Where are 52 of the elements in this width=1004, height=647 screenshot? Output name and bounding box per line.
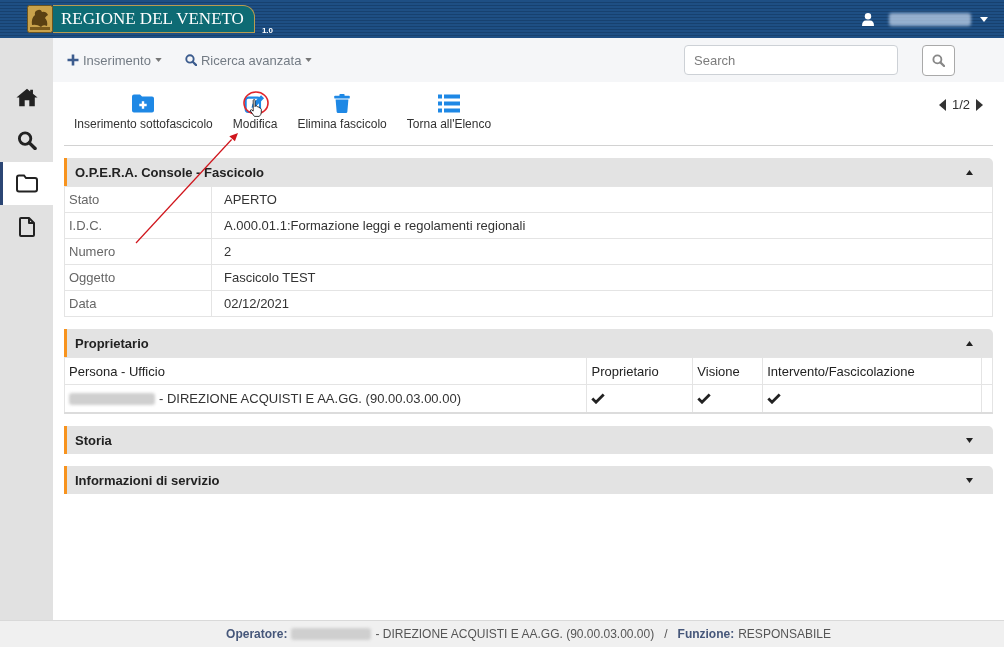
column-header: Proprietario <box>586 357 693 385</box>
previous-icon[interactable] <box>938 98 946 111</box>
home-icon <box>15 88 38 107</box>
panel-header[interactable]: Informazioni di servizio <box>64 466 993 494</box>
search-icon <box>15 131 38 150</box>
office-text: - DIREZIONE ACQUISTI E AA.GG. (90.00.03.00.00) <box>375 627 655 641</box>
caret-down-icon <box>305 58 313 62</box>
field-label: Data <box>64 290 212 317</box>
search-icon <box>184 54 197 66</box>
field-value: Fascicolo TEST <box>211 264 993 291</box>
field-value: 02/12/2021 <box>211 290 993 317</box>
hand-cursor-icon <box>249 99 263 117</box>
field-label: Numero <box>64 238 212 265</box>
column-header: Visione <box>692 357 763 385</box>
field-value: A.000.01.1:Formazione leggi e regolamenti regionali <box>211 212 993 239</box>
file-icon <box>18 216 35 237</box>
folder-icon <box>15 174 38 193</box>
separator: / <box>664 627 668 641</box>
operator-label: Operatore: <box>226 627 288 641</box>
toolbar-button[interactable]: Inserimento sottofascicolo <box>64 88 223 132</box>
menu-button[interactable]: Inserimento <box>67 52 162 68</box>
sidebar-item[interactable] <box>0 162 53 205</box>
office-text: - DIREZIONE ACQUISTI E AA.GG. (90.00.03.00.00) <box>159 391 461 406</box>
column-header: Persona - Ufficio <box>64 357 587 385</box>
caret-down-icon[interactable] <box>980 16 988 22</box>
caret-down-icon <box>154 58 162 62</box>
list-icon <box>437 94 460 113</box>
user-icon[interactable] <box>862 12 874 26</box>
field-label: Oggetto <box>64 264 212 291</box>
search-field[interactable]: Search <box>684 45 898 75</box>
site-logo[interactable]: REGIONE DEL VENETO <box>53 5 255 33</box>
version-label: 1.0 <box>261 26 273 35</box>
panel-header[interactable]: Proprietario <box>64 329 993 357</box>
field-label: I.D.C. <box>64 212 212 239</box>
panel-header[interactable]: Storia <box>64 426 993 454</box>
plus-icon <box>67 54 79 66</box>
toolbar-button[interactable]: Elimina fascicolo <box>287 88 397 132</box>
panel-header[interactable]: O.P.E.R.A. Console - Fascicolo <box>64 158 993 186</box>
role-label: Funzione: <box>677 627 735 641</box>
field-label: Stato <box>64 186 212 213</box>
next-icon[interactable] <box>976 98 983 111</box>
crest-icon <box>27 5 53 33</box>
role-value: RESPONSABILE <box>738 627 831 641</box>
field-value: APERTO <box>211 186 993 213</box>
folder-plus-icon <box>132 94 155 113</box>
search-button[interactable] <box>922 44 955 76</box>
toolbar-button[interactable]: Torna all'Elenco <box>396 88 502 132</box>
search-icon <box>932 53 945 67</box>
menu-button[interactable]: Ricerca avanzata <box>184 52 313 68</box>
page-indicator: 1/2 <box>951 97 970 112</box>
field-value: 2 <box>211 238 993 265</box>
column-header: Intervento/Fascicolazione <box>762 357 982 385</box>
